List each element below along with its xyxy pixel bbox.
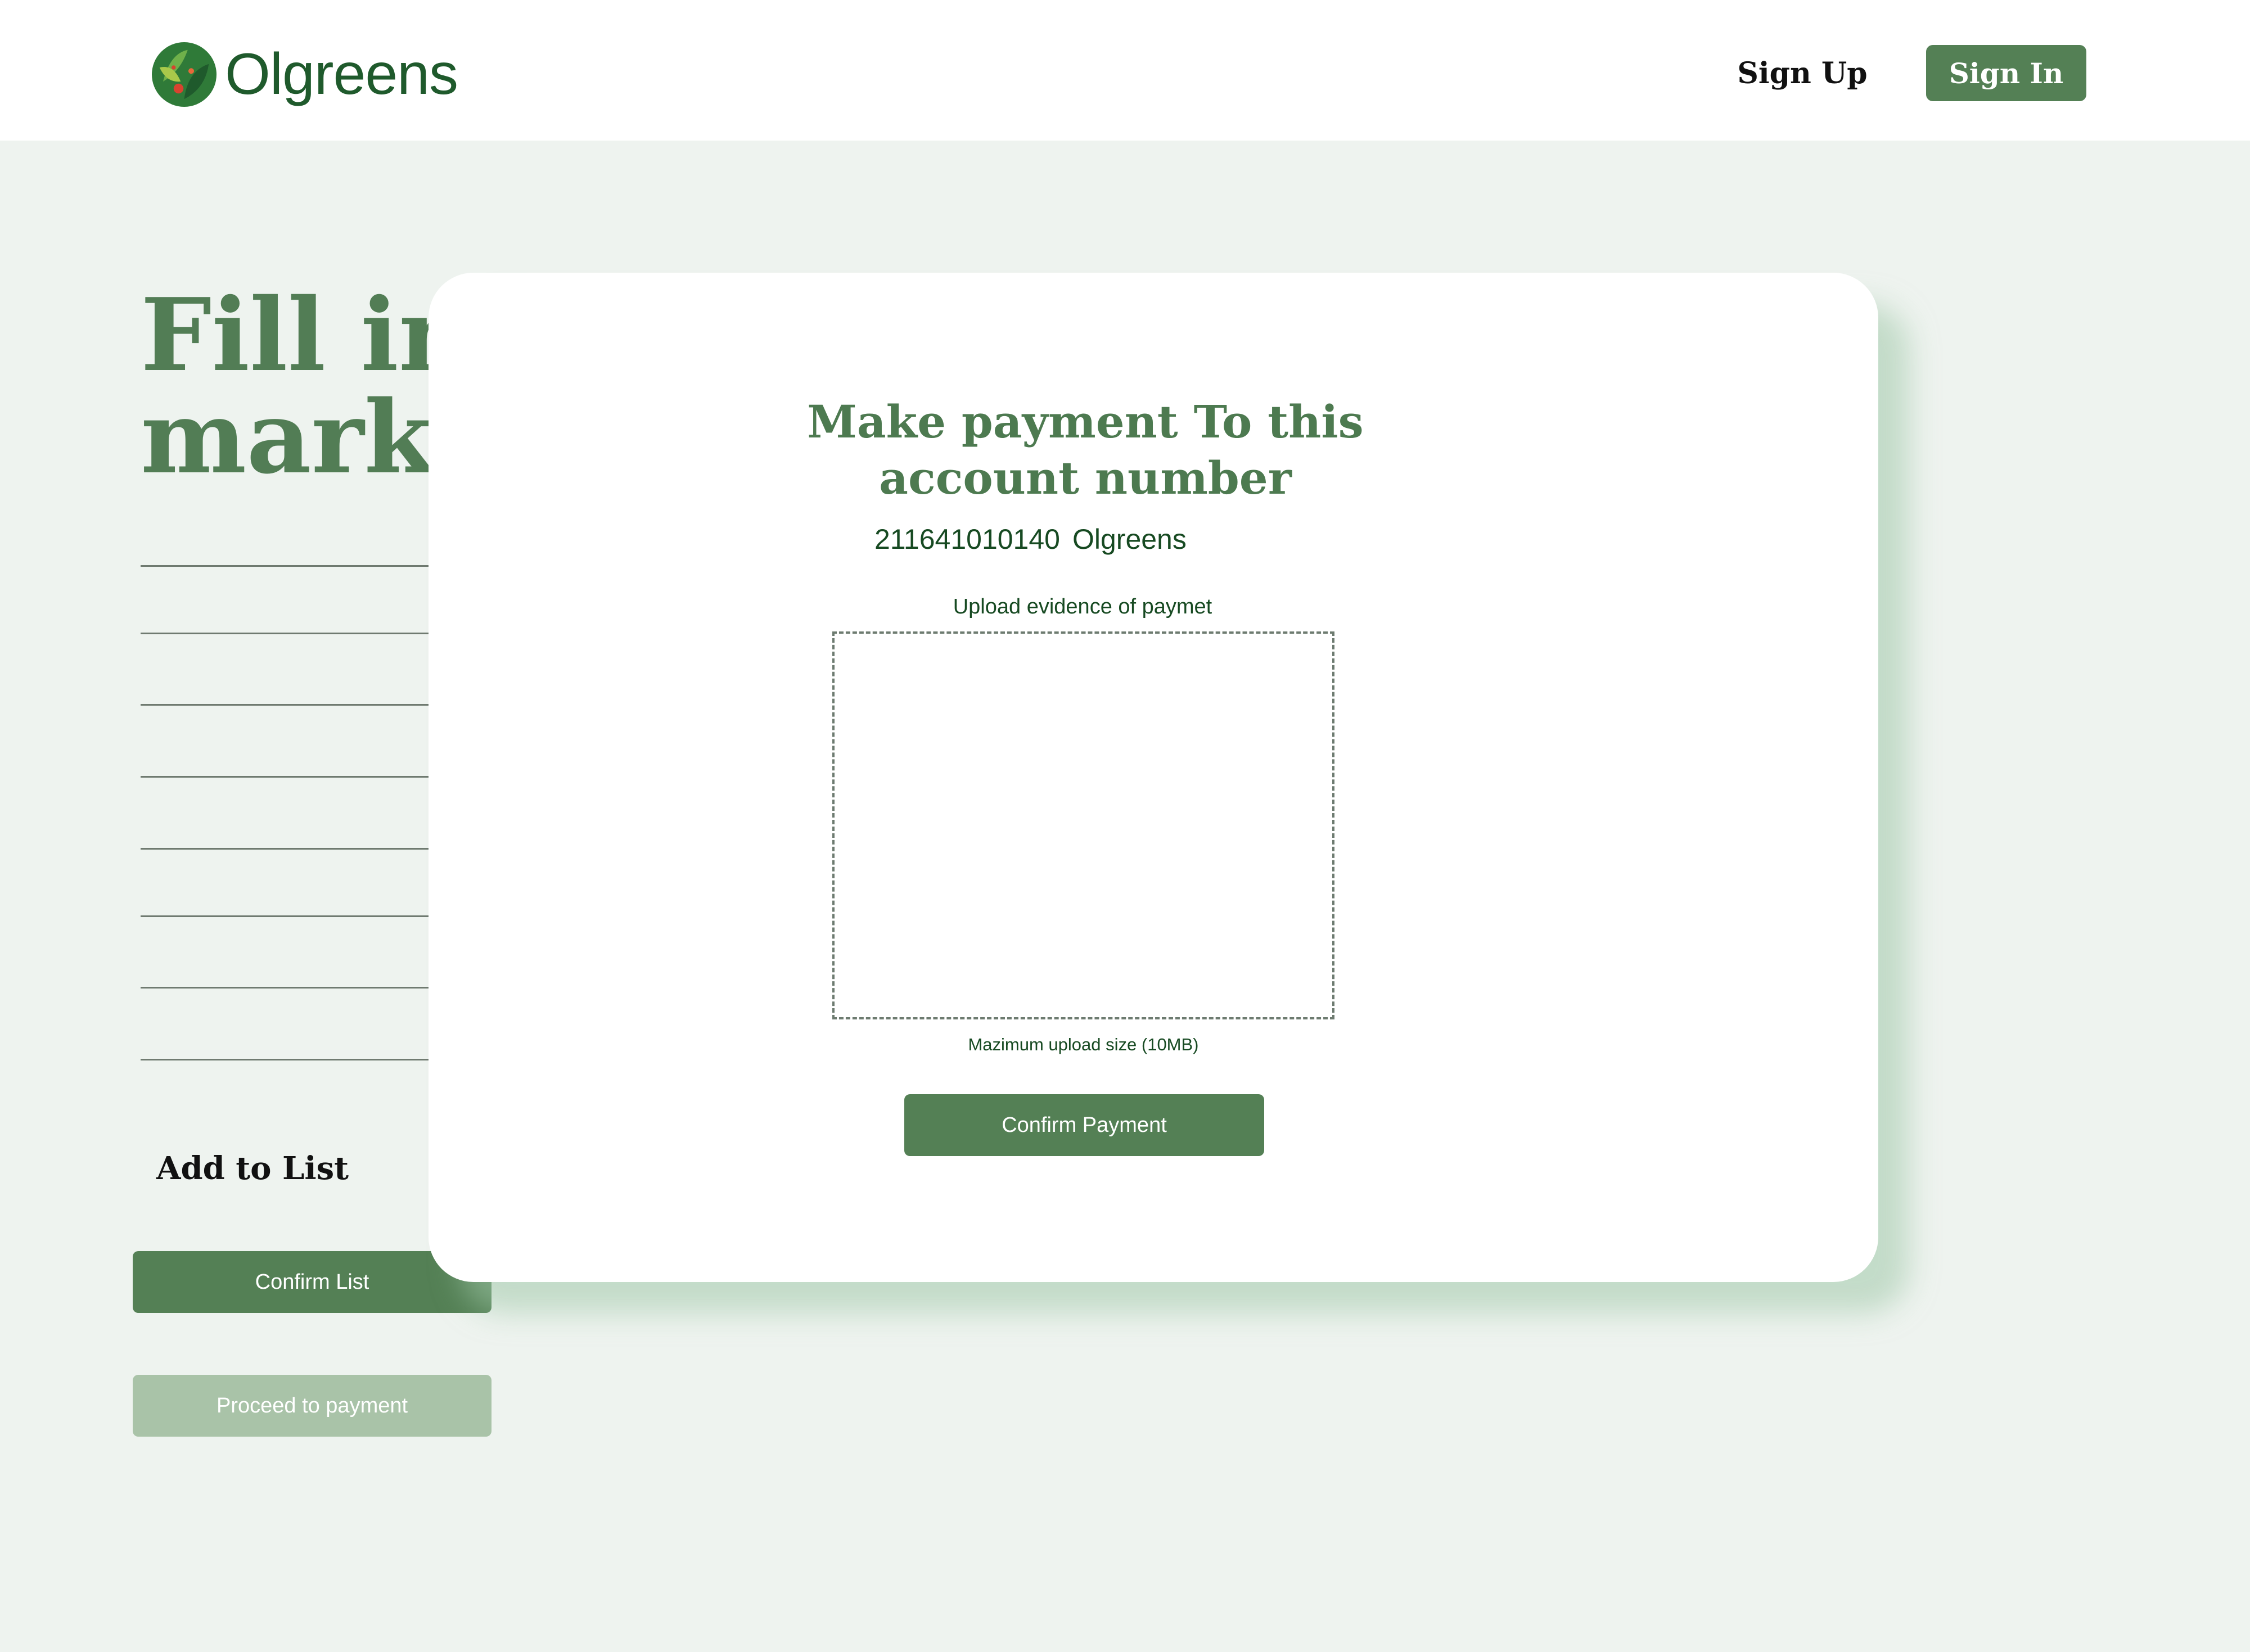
upload-size-hint: Mazimum upload size (10MB) (968, 1035, 1199, 1054)
list-input-field[interactable] (141, 633, 433, 634)
list-input-field[interactable] (141, 704, 433, 706)
upload-label: Upload evidence of paymet (953, 595, 1212, 619)
modal-title: Make payment To this account number (807, 395, 1364, 504)
confirm-payment-button[interactable]: Confirm Payment (904, 1094, 1264, 1156)
list-input-field[interactable] (141, 565, 433, 567)
brand-logo[interactable]: Olgreens (149, 39, 458, 110)
list-input-field[interactable] (141, 915, 433, 917)
list-input-field[interactable] (141, 1059, 433, 1060)
proceed-to-payment-button[interactable]: Proceed to payment (133, 1375, 492, 1437)
add-to-list-button[interactable]: Add to List (156, 1150, 349, 1187)
sign-in-button[interactable]: Sign In (1926, 45, 2086, 101)
account-name: Olgreens (1072, 523, 1187, 555)
list-input-field[interactable] (141, 776, 433, 778)
top-header: Olgreens Sign Up Sign In (0, 0, 2250, 141)
brand-name: Olgreens (225, 42, 458, 107)
sign-up-link[interactable]: Sign Up (1732, 51, 1873, 96)
account-number: 211641010140 (874, 523, 1060, 555)
leaf-logo-icon (152, 42, 217, 107)
list-input-field[interactable] (141, 987, 433, 989)
upload-dropzone[interactable] (832, 631, 1334, 1019)
list-input-field[interactable] (141, 848, 433, 850)
account-details: 211641010140 Olgreens (874, 523, 1296, 556)
